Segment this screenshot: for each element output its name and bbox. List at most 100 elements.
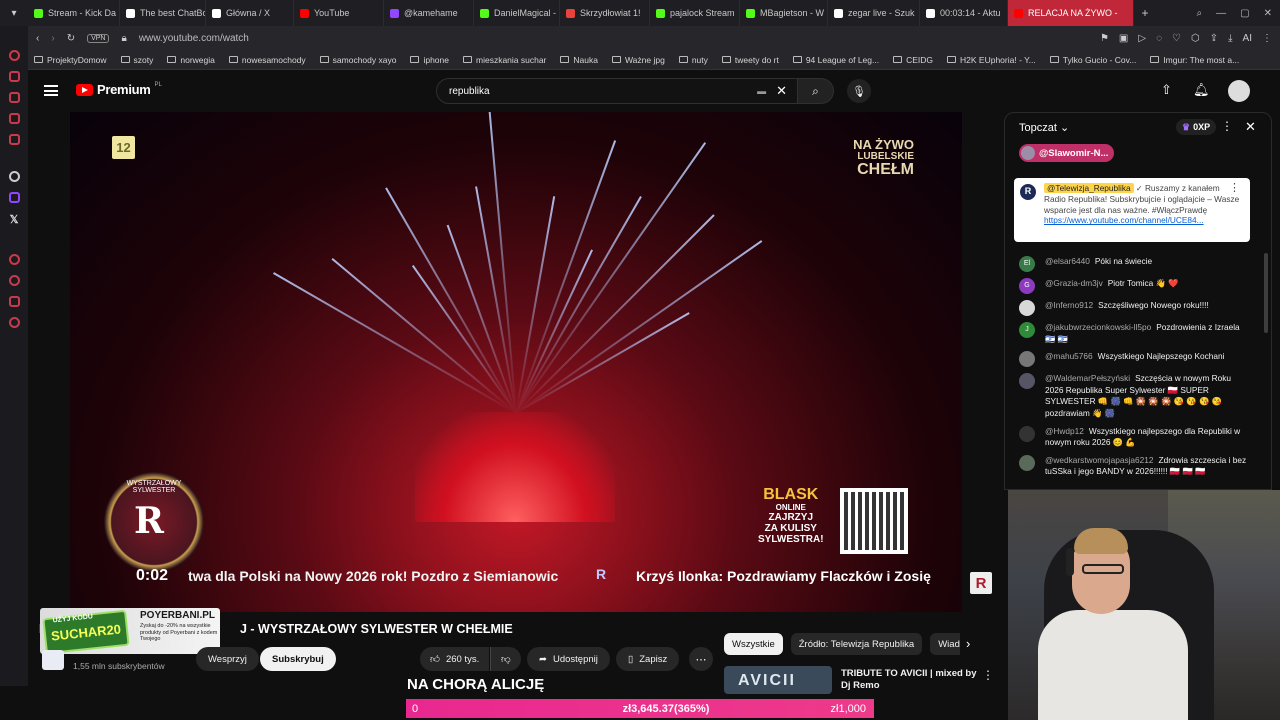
browser-tab[interactable]: RELACJA NA ŻYWO - [1008, 0, 1134, 26]
browser-tab[interactable]: Główna / X [206, 0, 294, 26]
vpn-badge[interactable]: VPN [87, 33, 110, 43]
sidebar-pinboard-icon[interactable] [8, 113, 20, 124]
share-icon[interactable]: ⇪ [1210, 33, 1218, 44]
chat-author[interactable]: @jakubwrzecionkowski-ll5po [1045, 322, 1151, 332]
sidebar-chatgpt-icon[interactable] [8, 171, 20, 182]
chat-avatar[interactable]: J [1019, 322, 1035, 338]
player-icon[interactable]: ▷ [1138, 33, 1146, 44]
browser-tab[interactable]: Skrzydłowiat 1! [560, 0, 650, 26]
chat-avatar[interactable] [1019, 300, 1035, 316]
xp-badge[interactable]: ♛ 0XP [1176, 119, 1217, 135]
chat-author[interactable]: @mahu5766 [1045, 351, 1093, 361]
vpn-shield-icon[interactable]: ◌ [1156, 33, 1162, 44]
bookmark-item[interactable]: mieszkania suchar [463, 55, 546, 65]
sidebar-mail-icon[interactable] [8, 134, 20, 145]
bookmark-item[interactable]: nuty [678, 55, 708, 65]
ai-button[interactable]: AI [1243, 33, 1252, 44]
upload-icon[interactable]: ⇧ [1161, 82, 1172, 98]
dislike-button[interactable]: 👎︎ [490, 647, 521, 671]
sidebar-clock-icon[interactable] [8, 275, 20, 286]
chat-avatar[interactable] [1019, 351, 1035, 368]
chat-avatar[interactable]: El [1019, 256, 1035, 272]
menu-icon[interactable]: ⋮ [1262, 33, 1272, 44]
chat-avatar[interactable] [1019, 454, 1035, 471]
close-window-icon[interactable]: ✕ [1264, 8, 1272, 19]
channel-avatar[interactable] [42, 650, 64, 670]
minimize-icon[interactable]: — [1216, 8, 1226, 19]
chat-author[interactable]: @Inferno912 [1045, 300, 1093, 310]
browser-tab[interactable]: Stream - Kick Da [28, 0, 120, 26]
filter-chip[interactable]: Wiadc [930, 633, 960, 655]
chat-scrollbar[interactable] [1264, 253, 1268, 333]
more-actions-button[interactable]: ⋯ [689, 647, 713, 671]
avatar[interactable] [1228, 80, 1250, 102]
bookmark-item[interactable]: ProjektyDomow [34, 55, 107, 65]
search-button[interactable]: ⌕ [798, 78, 834, 104]
recommended-menu-icon[interactable]: ⋮ [982, 668, 994, 682]
pinned-more-icon[interactable]: ⋮ [1229, 181, 1240, 195]
chat-avatar[interactable] [1019, 425, 1035, 442]
filter-chip[interactable]: Źródło: Telewizja Republika [790, 633, 923, 655]
video-player[interactable]: 12 NA ŻYWO LUBELSKIE CHEŁM WYSTRZAŁOWY S… [70, 112, 962, 612]
extensions-icon[interactable]: ⬡ [1191, 33, 1200, 44]
sidebar-player-icon[interactable] [8, 92, 20, 103]
pinned-link[interactable]: https://www.youtube.com/channel/UCE84... [1044, 215, 1204, 225]
forward-icon[interactable]: › [51, 33, 54, 44]
bookmark-item[interactable]: tweety do rt [721, 55, 779, 65]
browser-tab[interactable]: zegar live - Szuk [828, 0, 920, 26]
browser-tab[interactable]: @kamehame [384, 0, 474, 26]
chat-author[interactable]: @Grazia-dm3jv [1045, 278, 1103, 288]
chat-avatar[interactable]: G [1019, 278, 1035, 294]
youtube-logo[interactable]: Premium PL [76, 82, 162, 97]
bookmark-item[interactable]: Imgur: The most a... [1150, 55, 1239, 65]
clear-search-icon[interactable]: ✕ [776, 83, 787, 99]
sidebar-gear-icon[interactable] [8, 317, 20, 328]
bookmark-icon[interactable]: ⚑ [1100, 33, 1109, 44]
chips-next-icon[interactable]: › [966, 636, 970, 651]
hamburger-menu-icon[interactable] [44, 85, 58, 96]
sidebar-x-icon[interactable]: 𝕏 [10, 213, 19, 226]
chat-mode-dropdown[interactable]: Topczat ⌄ [1019, 121, 1069, 134]
bookmark-item[interactable]: iphone [410, 55, 449, 65]
chat-more-icon[interactable]: ⋮ [1221, 119, 1233, 133]
browser-tab[interactable]: pajalock Stream [650, 0, 740, 26]
bookmark-item[interactable]: samochody xayo [319, 55, 396, 65]
chat-user-pill[interactable]: @Slawomir-N... [1019, 144, 1115, 162]
chat-author[interactable]: @Hwdp12 [1045, 426, 1084, 436]
browser-tab[interactable]: 00:03:14 - Aktu [920, 0, 1008, 26]
subscribe-button[interactable]: Subskrybuj [260, 647, 336, 671]
heart-icon[interactable]: ♡ [1172, 33, 1181, 44]
voice-search-button[interactable]: 🎙︎ [847, 79, 871, 103]
reload-icon[interactable]: ↻ [67, 33, 75, 44]
screenshot-icon[interactable]: ▣ [1119, 33, 1128, 44]
filter-chip[interactable]: Wszystkie [724, 633, 783, 655]
sidebar-settings-icon[interactable] [8, 254, 20, 265]
keyboard-icon[interactable]: ▬ [757, 86, 766, 96]
chat-close-icon[interactable]: ✕ [1245, 119, 1256, 135]
back-icon[interactable]: ‹ [36, 33, 39, 44]
chat-author[interactable]: @elsar6440 [1045, 256, 1090, 266]
recommended-thumbnail[interactable]: AVICII [724, 666, 832, 694]
chat-author[interactable]: @WaldemarPełszyński [1045, 373, 1130, 383]
browser-tab[interactable]: The best ChatBo [120, 0, 206, 26]
recommended-title[interactable]: TRIBUTE TO AVICII | mixed by Dj Remo [841, 668, 977, 693]
like-button[interactable]: 👍︎ 260 tys. [420, 647, 490, 671]
bookmark-item[interactable]: Ważne jpg [611, 55, 665, 65]
share-button[interactable]: ➦ Udostępnij [527, 647, 610, 671]
search-input[interactable]: republika ▬ ✕ [436, 78, 798, 104]
notifications-bell-icon[interactable]: 🔔︎ [1193, 82, 1210, 98]
search-tabs-icon[interactable]: ⌕ [1197, 8, 1203, 19]
chat-author[interactable]: @wedkarstwomojapasja6212 [1045, 455, 1154, 465]
sidebar-heart-icon[interactable] [8, 296, 20, 307]
sidebar-messenger-icon[interactable] [8, 50, 20, 61]
bookmark-item[interactable]: szoty [120, 55, 153, 65]
chat-avatar[interactable] [1019, 373, 1035, 390]
sidebar-twitch-icon[interactable] [8, 192, 20, 203]
bookmark-item[interactable]: Tylko Gucio - Cov... [1049, 55, 1136, 65]
pinned-channel[interactable]: @Telewizja_Republika [1044, 183, 1134, 193]
download-icon[interactable]: ⤓ [1228, 33, 1232, 44]
bookmark-item[interactable]: H2K EUphoria! - Y... [947, 55, 1036, 65]
bookmark-item[interactable]: norwegia [167, 55, 215, 65]
support-button[interactable]: Wesprzyj [196, 647, 259, 671]
lock-icon[interactable]: 🔒︎ [121, 33, 126, 44]
